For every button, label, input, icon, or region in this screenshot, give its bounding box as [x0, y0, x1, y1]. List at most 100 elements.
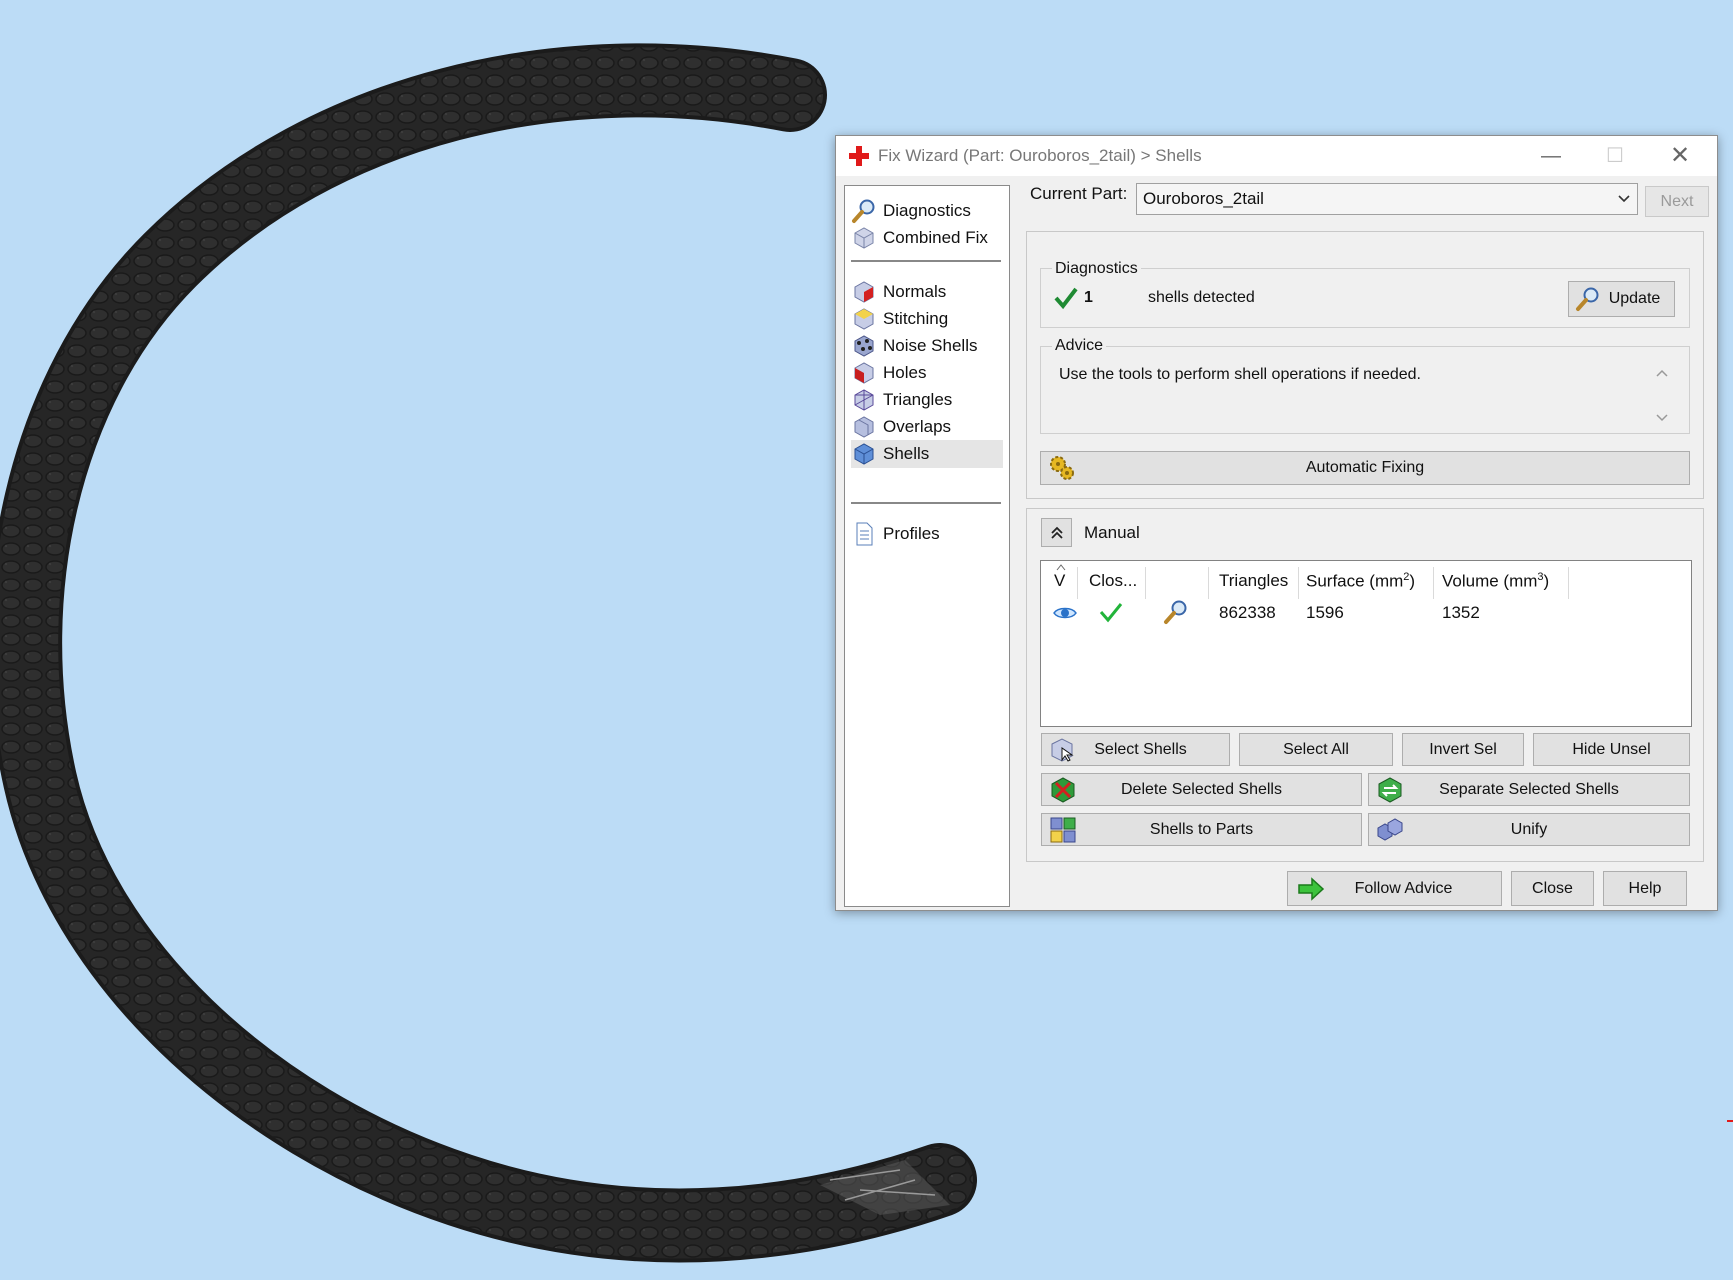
nav-label: Holes — [883, 363, 927, 382]
nav-label: Overlaps — [883, 417, 952, 436]
triangles-cube-icon — [854, 389, 874, 411]
overlaps-cube-icon — [854, 416, 874, 438]
select-shells-button[interactable]: Select Shells — [1041, 733, 1230, 766]
scroll-up-icon[interactable] — [1655, 368, 1669, 378]
nav-item-combined-fix[interactable]: Combined Fix — [851, 224, 1003, 252]
collapse-manual-button[interactable] — [1041, 518, 1072, 547]
column-header-closed[interactable]: Clos... — [1089, 571, 1137, 591]
nav-label: Profiles — [883, 524, 940, 543]
unify-button[interactable]: Unify — [1368, 813, 1690, 846]
follow-advice-label: Follow Advice — [1354, 879, 1453, 897]
shells-cube-icon — [854, 443, 874, 465]
close-button[interactable]: Close — [1511, 871, 1594, 906]
eye-icon[interactable] — [1053, 604, 1077, 622]
column-divider — [1298, 567, 1299, 599]
column-divider — [1077, 567, 1078, 599]
checkmark-icon — [1099, 603, 1123, 623]
nav-separator — [851, 260, 1001, 262]
separate-cube-icon — [1378, 776, 1402, 803]
magnifier-icon[interactable] — [1163, 599, 1189, 625]
nav-item-profiles[interactable]: Profiles — [851, 520, 1003, 548]
select-all-button[interactable]: Select All — [1239, 733, 1393, 766]
chevron-down-icon — [1618, 195, 1630, 203]
column-divider — [1433, 567, 1434, 599]
cell-surface: 1596 — [1306, 603, 1344, 622]
diagnostics-title: Diagnostics — [1052, 260, 1141, 278]
column-divider — [1568, 567, 1569, 599]
automatic-fixing-button[interactable]: Automatic Fixing — [1040, 451, 1690, 485]
column-header-volume[interactable]: Volume (mm3) — [1442, 571, 1549, 592]
chevron-up-double-icon — [1050, 526, 1063, 539]
sort-indicator-icon — [1056, 564, 1066, 571]
column-header-triangles[interactable]: Triangles — [1219, 571, 1288, 591]
nav-label: Combined Fix — [883, 228, 988, 247]
red-cross-icon — [849, 146, 869, 166]
delete-selected-label: Delete Selected Shells — [1121, 780, 1282, 798]
noise-shells-icon — [854, 335, 874, 357]
gears-icon — [1050, 456, 1074, 480]
select-shells-label: Select Shells — [1094, 740, 1187, 758]
help-button[interactable]: Help — [1603, 871, 1687, 906]
scroll-down-icon[interactable] — [1655, 413, 1669, 423]
close-window-button[interactable]: ✕ — [1648, 136, 1712, 176]
wizard-nav: Diagnostics Combined Fix Normals Stitchi… — [844, 185, 1010, 907]
nav-item-noise-shells[interactable]: Noise Shells — [851, 332, 1003, 360]
shells-table[interactable]: V Clos... Triangles Surface (mm2) Volume… — [1040, 560, 1692, 727]
nav-item-shells[interactable]: Shells — [851, 440, 1003, 468]
nav-label: Triangles — [883, 390, 953, 409]
ouroboros-model[interactable] — [0, 43, 977, 1263]
cell-triangles: 862338 — [1219, 603, 1276, 622]
shells-to-parts-button[interactable]: Shells to Parts — [1041, 813, 1362, 846]
minimize-button[interactable]: — — [1519, 136, 1583, 176]
nav-item-holes[interactable]: Holes — [851, 359, 1003, 387]
shells-to-parts-label: Shells to Parts — [1149, 820, 1254, 838]
separate-selected-label: Separate Selected Shells — [1439, 780, 1619, 798]
nav-label: Noise Shells — [883, 336, 978, 355]
invert-sel-button[interactable]: Invert Sel — [1402, 733, 1524, 766]
update-label: Update — [1608, 290, 1661, 307]
current-part-label: Current Part: — [1030, 184, 1128, 203]
unify-cubes-icon — [1377, 817, 1403, 841]
maximize-button[interactable]: ☐ — [1583, 136, 1647, 176]
nav-label: Diagnostics — [883, 201, 971, 220]
update-button[interactable]: Update — [1568, 281, 1675, 317]
hide-unsel-button[interactable]: Hide Unsel — [1533, 733, 1690, 766]
follow-advice-button[interactable]: Follow Advice — [1287, 871, 1502, 906]
column-divider — [1208, 567, 1209, 599]
window-title: Fix Wizard (Part: Ouroboros_2tail) > She… — [878, 146, 1202, 165]
select-cube-icon — [1051, 737, 1074, 762]
advice-text: Use the tools to perform shell operation… — [1059, 366, 1421, 383]
nav-item-overlaps[interactable]: Overlaps — [851, 413, 1003, 441]
magnifier-icon — [852, 199, 875, 223]
shells-to-parts-icon — [1050, 817, 1076, 842]
advice-group — [1040, 346, 1690, 434]
nav-label: Normals — [883, 282, 947, 301]
unify-label: Unify — [1510, 820, 1548, 838]
current-part-value: Ouroboros_2tail — [1143, 189, 1264, 208]
diagnostics-message: shells detected — [1148, 289, 1255, 306]
advice-title: Advice — [1052, 337, 1107, 355]
nav-item-normals[interactable]: Normals — [851, 278, 1003, 306]
automatic-fixing-label: Automatic Fixing — [1305, 459, 1425, 476]
cube-icon — [854, 227, 874, 249]
nav-item-triangles[interactable]: Triangles — [851, 386, 1003, 414]
delete-cube-icon — [1051, 776, 1075, 803]
title-bar[interactable]: Fix Wizard (Part: Ouroboros_2tail) > She… — [836, 136, 1717, 176]
checkmark-icon — [1054, 287, 1078, 310]
green-arrow-icon — [1298, 876, 1325, 901]
shell-count: 1 — [1084, 289, 1093, 306]
next-button[interactable]: Next — [1645, 186, 1709, 217]
nav-item-diagnostics[interactable]: Diagnostics — [851, 197, 1003, 225]
separate-selected-shells-button[interactable]: Separate Selected Shells — [1368, 773, 1690, 806]
holes-cube-icon — [854, 362, 874, 384]
nav-label: Stitching — [883, 309, 949, 328]
nav-separator — [851, 502, 1001, 504]
stitching-cube-icon — [854, 308, 874, 330]
profile-document-icon — [856, 522, 873, 546]
nav-item-stitching[interactable]: Stitching — [851, 305, 1003, 333]
cell-volume: 1352 — [1442, 603, 1480, 622]
delete-selected-shells-button[interactable]: Delete Selected Shells — [1041, 773, 1362, 806]
current-part-dropdown[interactable]: Ouroboros_2tail — [1136, 183, 1638, 215]
column-header-surface[interactable]: Surface (mm2) — [1306, 571, 1415, 592]
column-header-visible[interactable]: V — [1054, 571, 1065, 591]
